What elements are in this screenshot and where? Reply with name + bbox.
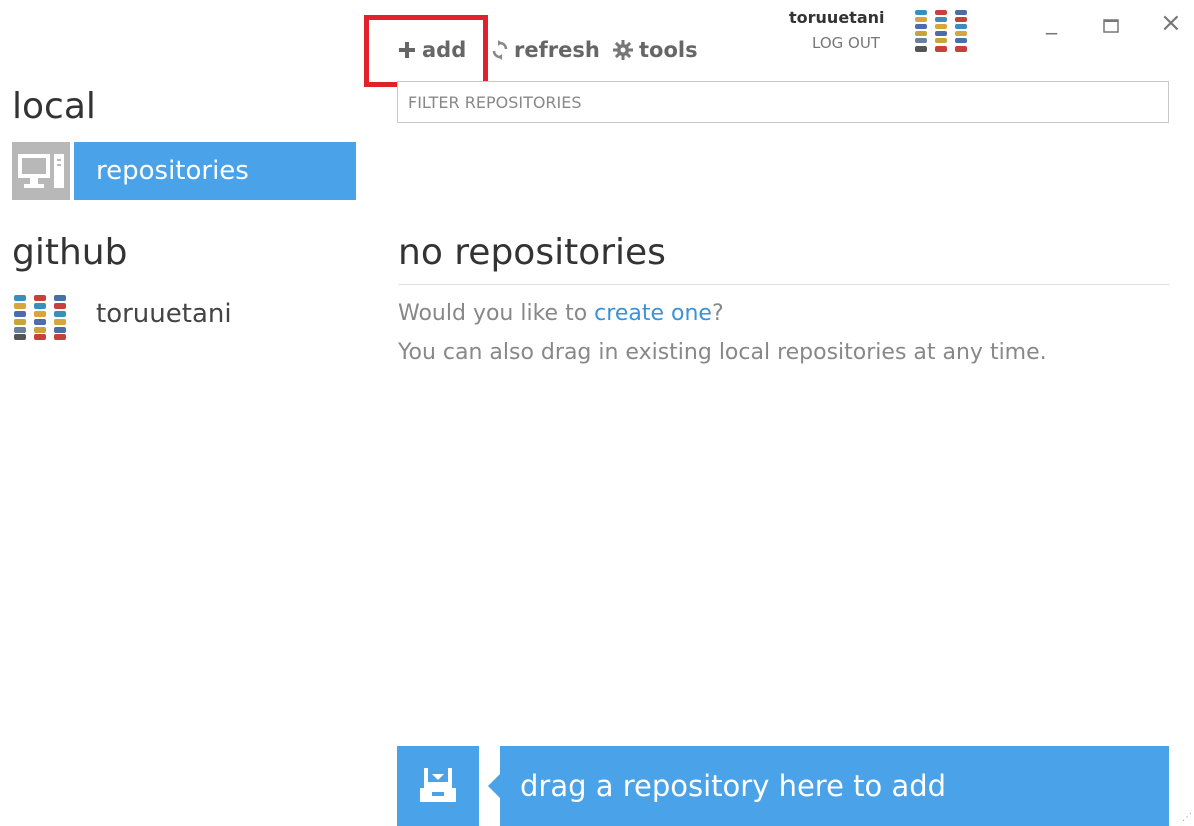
tools-label: tools [639,38,698,62]
minimize-button[interactable]: _ [1046,10,1057,35]
refresh-label: refresh [514,38,600,62]
account-avatar[interactable] [913,8,973,58]
maximize-button[interactable] [1103,18,1119,37]
tools-button[interactable]: tools [613,38,698,62]
divider [398,284,1170,285]
dropzone-pointer [488,774,500,798]
user-avatar-icon [12,293,72,345]
create-one-link[interactable]: create one [594,301,712,326]
refresh-button[interactable]: refresh [492,38,600,62]
sidebar-item-github-user[interactable]: toruuetani [12,293,356,343]
add-highlight-box [364,15,488,87]
drop-tray-icon [419,766,457,808]
empty-state-title: no repositories [398,232,666,273]
sidebar-item-repositories[interactable]: repositories [12,142,356,200]
drag-hint-text: You can also drag in existing local repo… [398,340,1047,365]
create-prompt-text: Would you like to [398,301,595,326]
refresh-icon [492,40,508,60]
computer-icon [12,142,70,200]
github-username: toruuetani [96,299,232,329]
close-button[interactable]: × [1160,8,1182,38]
resize-grip-icon[interactable]: ⋰ [1182,812,1192,823]
dropzone-label[interactable]: drag a repository here to add [500,746,1169,826]
filter-repositories-input[interactable] [397,81,1169,123]
sidebar-item-label: repositories [74,142,356,200]
logout-link[interactable]: LOG OUT [812,34,880,52]
github-section-title: github [12,232,128,273]
create-prompt: Would you like to create one? [398,301,724,326]
local-section-title: local [12,86,96,127]
create-prompt-end: ? [711,301,724,326]
account-username: toruuetani [789,8,885,27]
dropzone-icon-box [397,746,479,826]
gear-icon [613,40,633,60]
